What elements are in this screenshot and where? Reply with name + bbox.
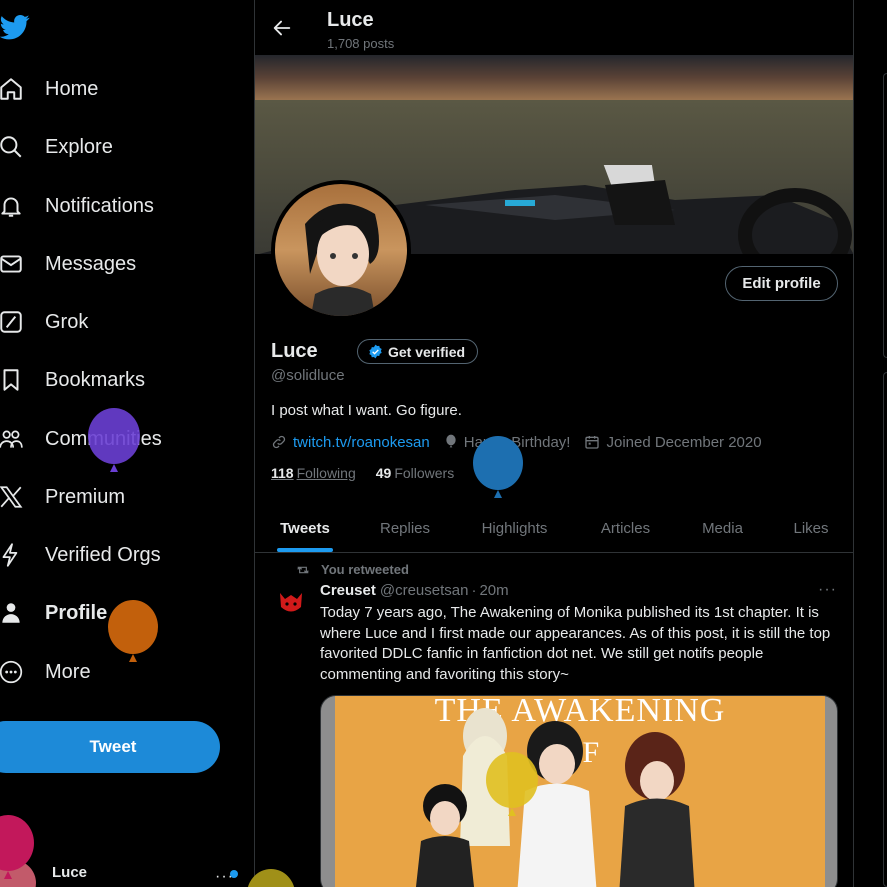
sidebar-item-verified-orgs[interactable]: Verified Orgs: [0, 533, 161, 577]
people-icon: [0, 426, 24, 452]
page-title: Luce: [327, 9, 374, 31]
tweet-header: Creuset @creusetsan · 20m: [320, 582, 509, 599]
sidebar-item-profile[interactable]: Profile: [0, 591, 107, 635]
tweet-author-avatar[interactable]: [273, 583, 309, 619]
account-switcher[interactable]: Luce ···: [0, 852, 254, 887]
bell-icon: [0, 193, 24, 219]
sidebar-item-label: Notifications: [45, 194, 154, 217]
bookmark-icon: [0, 367, 24, 393]
tab-articles[interactable]: Articles: [574, 504, 677, 552]
sidebar-item-grok[interactable]: Grok: [0, 300, 88, 344]
tweet-item[interactable]: You retweeted Creuset @creusetsan · 20m …: [255, 553, 853, 887]
link-icon: [272, 435, 286, 449]
followers-count: 49: [375, 465, 392, 481]
profile-meta: twitch.tv/roanokesan Happy Birthday! Joi…: [271, 432, 776, 452]
person-icon: [0, 600, 24, 626]
sidebar-item-notifications[interactable]: Notifications: [0, 184, 154, 228]
avatar: [0, 860, 36, 887]
tweet-timestamp[interactable]: 20m: [479, 582, 508, 599]
profile-link[interactable]: twitch.tv/roanokesan: [271, 434, 430, 451]
tweet-media-image[interactable]: THE AWAKENING OF: [320, 695, 838, 887]
following-label: Following: [296, 465, 356, 481]
profile-header-bar: Luce 1,708 posts: [255, 0, 853, 55]
retweet-icon: [297, 566, 309, 573]
sidebar-item-label: Grok: [45, 310, 89, 333]
home-icon: [0, 76, 24, 102]
tweet-author-handle[interactable]: @creusetsan: [380, 582, 469, 599]
sidebar-item-label: Premium: [45, 485, 126, 508]
joined-text: Joined December 2020: [606, 433, 762, 451]
tab-replies[interactable]: Replies: [355, 504, 455, 552]
tweet-button[interactable]: Tweet: [0, 721, 220, 773]
tab-highlights[interactable]: Highlights: [455, 504, 574, 552]
more-circle-icon: [0, 659, 24, 685]
profile-link-text[interactable]: twitch.tv/roanokesan: [293, 434, 430, 451]
profile-bio: I post what I want. Go figure.: [271, 402, 462, 419]
right-panel-card: [883, 372, 887, 887]
lightning-icon: [0, 542, 24, 568]
search-icon: [0, 134, 24, 160]
balloon-icon: [446, 434, 456, 448]
follow-stats: 118 Following 49 Followers: [271, 465, 454, 481]
right-panel-card: [883, 73, 887, 358]
x-logo-icon: [0, 484, 24, 510]
followers-link[interactable]: 49 Followers: [376, 465, 454, 481]
sidebar-item-label: Explore: [45, 135, 113, 158]
sidebar-item-label: Bookmarks: [45, 368, 146, 391]
poster-illustration: [415, 708, 695, 887]
post-count: 1,708 posts: [327, 36, 395, 51]
profile-tabs: Tweets Replies Highlights Articles Media…: [255, 504, 853, 553]
tweet-author-name[interactable]: Creuset: [320, 582, 376, 599]
get-verified-button[interactable]: Get verified: [357, 339, 479, 364]
main-column: Luce 1,708 posts Edit profile Luce Get v…: [254, 0, 854, 887]
edit-profile-button[interactable]: Edit profile: [725, 266, 838, 301]
following-count: 118: [271, 465, 294, 481]
tab-tweets[interactable]: Tweets: [255, 504, 355, 552]
profile-avatar[interactable]: [271, 180, 411, 320]
get-verified-label: Get verified: [388, 343, 466, 360]
sidebar-item-label: Verified Orgs: [45, 543, 161, 566]
retweet-indicator: You retweeted: [295, 562, 409, 577]
tweet-text: Today 7 years ago, The Awakening of Moni…: [320, 604, 831, 683]
grok-icon: [0, 309, 24, 335]
profile-handle: @solidluce: [271, 367, 345, 384]
sidebar-item-bookmarks[interactable]: Bookmarks: [0, 358, 145, 402]
verified-badge-icon: [369, 344, 382, 359]
sidebar-item-explore[interactable]: Explore: [0, 125, 113, 169]
more-dots-icon[interactable]: ···: [818, 581, 837, 599]
sidebar-item-communities[interactable]: Communities: [0, 417, 162, 461]
sidebar-item-label: Messages: [45, 252, 137, 275]
birthday-text: Happy Birthday!: [463, 433, 571, 451]
sidebar: Home Explore Notifications Messages Grok…: [0, 0, 254, 887]
sidebar-item-more[interactable]: More: [0, 650, 91, 694]
calendar-icon: [585, 436, 600, 449]
notification-dot: [230, 870, 238, 878]
followers-label: Followers: [394, 465, 455, 481]
following-link[interactable]: 118 Following: [271, 465, 356, 481]
profile-name: Luce: [271, 340, 318, 362]
sidebar-item-messages[interactable]: Messages: [0, 242, 136, 286]
sidebar-item-label: Profile: [45, 601, 108, 624]
profile-birthday: Happy Birthday!: [444, 433, 571, 451]
sidebar-item-home[interactable]: Home: [0, 67, 98, 111]
account-name: Luce: [52, 864, 88, 881]
sidebar-item-label: More: [45, 660, 91, 683]
back-arrow-icon[interactable]: [271, 17, 293, 39]
envelope-icon: [0, 251, 24, 277]
twitter-bird-icon[interactable]: [0, 12, 30, 42]
sidebar-item-label: Home: [45, 77, 99, 100]
tab-likes[interactable]: Likes: [768, 504, 853, 552]
sidebar-item-premium[interactable]: Premium: [0, 475, 125, 519]
sidebar-item-label: Communities: [45, 427, 162, 450]
separator: ·: [471, 582, 477, 599]
retweet-label: You retweeted: [321, 562, 409, 577]
profile-joined: Joined December 2020: [584, 433, 762, 451]
tab-media[interactable]: Media: [677, 504, 768, 552]
